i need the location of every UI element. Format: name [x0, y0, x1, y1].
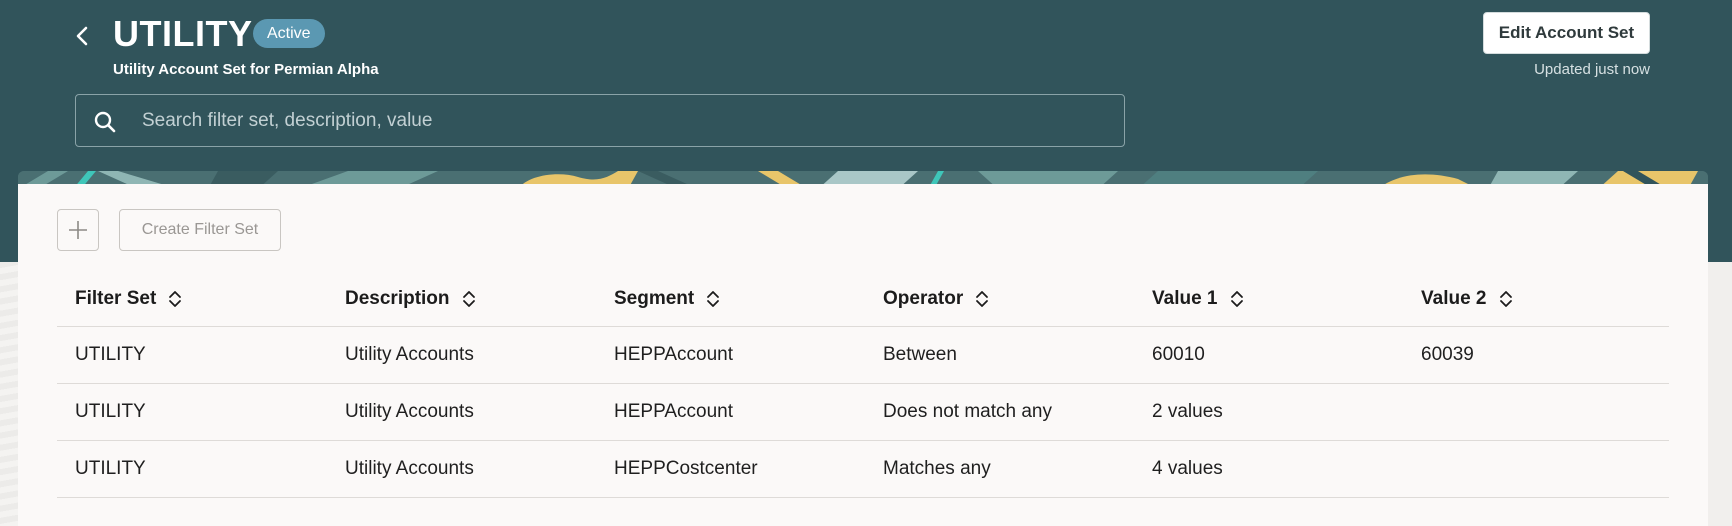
cell-value-1: 60010 — [1152, 344, 1205, 365]
sort-icon[interactable] — [1499, 290, 1513, 308]
table-row[interactable]: UTILITY Utility Accounts HEPPAccount Doe… — [57, 384, 1669, 441]
column-header-description[interactable]: Description — [345, 272, 476, 326]
back-button[interactable] — [66, 20, 98, 52]
cell-filter-set: UTILITY — [75, 458, 146, 479]
page-title: UTILITY — [113, 13, 253, 54]
sort-icon[interactable] — [975, 290, 989, 308]
table-row[interactable]: UTILITY Utility Accounts HEPPCostcenter … — [57, 441, 1669, 498]
chevron-left-icon — [76, 26, 88, 46]
column-header-value-1[interactable]: Value 1 — [1152, 272, 1244, 326]
cell-value-2: 60039 — [1421, 344, 1474, 365]
table-row[interactable]: UTILITY Utility Accounts HEPPAccount Bet… — [57, 327, 1669, 384]
add-filter-set-button[interactable] — [57, 209, 99, 251]
cell-value-1: 2 values — [1152, 401, 1223, 422]
filter-sets-panel: Create Filter Set Filter Set Description… — [18, 184, 1708, 526]
account-set-page: UTILITY Active Utility Account Set for P… — [0, 0, 1732, 526]
cell-description: Utility Accounts — [345, 344, 474, 365]
cell-segment: HEPPCostcenter — [614, 458, 758, 479]
cell-filter-set: UTILITY — [75, 401, 146, 422]
sort-icon[interactable] — [462, 290, 476, 308]
sort-icon[interactable] — [1230, 290, 1244, 308]
column-header-segment[interactable]: Segment — [614, 272, 720, 326]
search-box[interactable] — [75, 94, 1125, 147]
search-input[interactable] — [142, 95, 1102, 146]
cell-value-1: 4 values — [1152, 458, 1223, 479]
updated-status: Updated just now — [1534, 61, 1650, 78]
column-header-operator[interactable]: Operator — [883, 272, 989, 326]
cell-description: Utility Accounts — [345, 401, 474, 422]
search-icon — [94, 111, 116, 133]
status-badge: Active — [253, 19, 325, 48]
column-header-value-2[interactable]: Value 2 — [1421, 272, 1513, 326]
sort-icon[interactable] — [168, 290, 182, 308]
cell-operator: Matches any — [883, 458, 991, 479]
cell-segment: HEPPAccount — [614, 344, 733, 365]
cell-operator: Does not match any — [883, 401, 1052, 422]
column-header-filter-set[interactable]: Filter Set — [75, 272, 182, 326]
cell-segment: HEPPAccount — [614, 401, 733, 422]
create-filter-set-button[interactable]: Create Filter Set — [119, 209, 281, 251]
cell-description: Utility Accounts — [345, 458, 474, 479]
cell-operator: Between — [883, 344, 957, 365]
plus-icon — [69, 221, 87, 239]
table-header: Filter Set Description Segment Operator … — [57, 272, 1669, 327]
background-texture — [0, 262, 18, 526]
edit-account-set-button[interactable]: Edit Account Set — [1483, 12, 1650, 54]
page-subtitle: Utility Account Set for Permian Alpha — [113, 61, 379, 78]
cell-filter-set: UTILITY — [75, 344, 146, 365]
filter-sets-table: Filter Set Description Segment Operator … — [57, 272, 1669, 498]
sort-icon[interactable] — [706, 290, 720, 308]
